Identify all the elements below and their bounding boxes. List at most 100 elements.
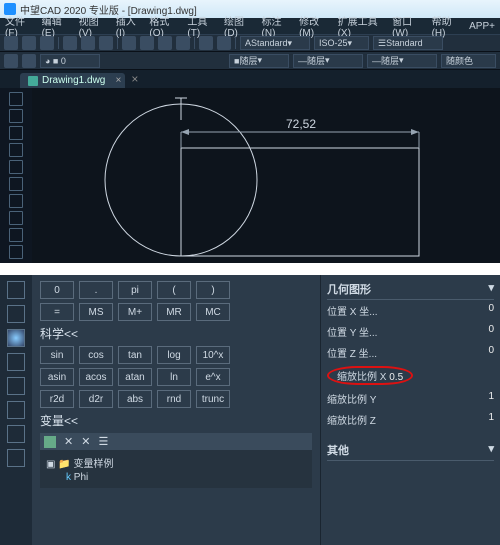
tool-icon[interactable] <box>217 36 231 50</box>
tool-icon[interactable] <box>9 177 23 191</box>
calc-btn-trunc[interactable]: trunc <box>196 390 230 408</box>
tool-icon[interactable] <box>176 36 190 50</box>
properties-panel: 几何图形▾ 位置 X 坐...0位置 Y 坐...0位置 Z 坐...0缩放比例… <box>320 275 500 545</box>
calc-btn-sin[interactable]: sin <box>40 346 74 364</box>
calc-btn-pi[interactable]: pi <box>118 281 152 299</box>
dimstyle-dropdown[interactable]: ISO-25 ▾ <box>314 36 369 50</box>
linetype-dropdown[interactable]: — 随层 ▾ <box>293 54 363 68</box>
tool-icon[interactable] <box>7 449 25 467</box>
new-icon[interactable] <box>4 36 18 50</box>
scientific-label[interactable]: 科学<< <box>40 325 312 342</box>
circle-tool-icon[interactable] <box>9 126 23 140</box>
variables-toolbar: ✕ ✕ ☰ <box>40 433 312 450</box>
property-row[interactable]: 缩放比例 X 0.5 <box>327 363 494 388</box>
prop-value[interactable]: 0.5 <box>389 372 403 383</box>
tool-icon[interactable] <box>9 211 23 225</box>
style2-dropdown[interactable]: ☰ Standard <box>373 36 443 50</box>
layer-icon[interactable] <box>4 54 18 68</box>
property-row[interactable]: 缩放比例 Y1 <box>327 388 494 409</box>
calc-btn-cos[interactable]: cos <box>79 346 113 364</box>
tool-icon[interactable] <box>7 305 25 323</box>
tool-icon[interactable] <box>7 329 25 347</box>
calc-btn-10x[interactable]: 10^x <box>196 346 230 364</box>
calc-btn-acos[interactable]: acos <box>79 368 113 386</box>
tool-icon[interactable] <box>7 281 25 299</box>
calc-btn-lparen[interactable]: ( <box>157 281 191 299</box>
calc-btn-ln[interactable]: ln <box>157 368 191 386</box>
calc-btn-asin[interactable]: asin <box>40 368 74 386</box>
toolbar-1: A Standard ▾ ISO-25 ▾ ☰ Standard <box>0 34 500 52</box>
var-tool-icon[interactable]: ✕ <box>81 435 90 448</box>
property-row[interactable]: 位置 Y 坐... 0 <box>327 321 494 342</box>
document-tabs: Drawing1.dwg × × <box>0 70 500 88</box>
arc-tool-icon[interactable] <box>9 143 23 157</box>
textstyle-dropdown[interactable]: A Standard ▾ <box>240 36 310 50</box>
tool-icon[interactable] <box>140 36 154 50</box>
close-icon[interactable]: × <box>116 75 122 86</box>
prop-value[interactable]: 0 <box>488 324 494 339</box>
tool-icon[interactable] <box>199 36 213 50</box>
tool-icon[interactable] <box>7 377 25 395</box>
prop-value[interactable]: 1 <box>488 391 494 406</box>
tool-icon[interactable] <box>7 353 25 371</box>
calc-btn-mr[interactable]: MR <box>157 303 191 321</box>
rect-tool-icon[interactable] <box>9 160 23 174</box>
calc-btn-mplus[interactable]: M+ <box>118 303 152 321</box>
bycolor-dropdown[interactable]: 随颜色 <box>441 54 496 68</box>
variables-tree[interactable]: ▣ 📁 变量样例 k Phi <box>40 450 312 488</box>
calc-btn-rparen[interactable]: ) <box>196 281 230 299</box>
other-header[interactable]: 其他▾ <box>327 440 494 461</box>
calc-btn-mc[interactable]: MC <box>196 303 230 321</box>
calc-btn-rnd[interactable]: rnd <box>157 390 191 408</box>
var-icon[interactable] <box>44 436 56 448</box>
tool-icon[interactable] <box>9 228 23 242</box>
calc-btn-0[interactable]: 0 <box>40 281 74 299</box>
drawing-canvas[interactable]: 72,52 <box>32 88 500 263</box>
prop-value[interactable]: 0 <box>488 345 494 360</box>
prop-value[interactable]: 0 <box>488 303 494 318</box>
tool-icon[interactable] <box>7 425 25 443</box>
undo-icon[interactable] <box>81 36 95 50</box>
variables-label[interactable]: 变量<< <box>40 412 312 429</box>
calc-btn-ms[interactable]: MS <box>79 303 113 321</box>
var-tool-icon[interactable]: ☰ <box>98 435 108 448</box>
tab-drawing1[interactable]: Drawing1.dwg × <box>20 73 125 88</box>
save-icon[interactable] <box>40 36 54 50</box>
color-dropdown[interactable]: ■ 随层 ▾ <box>229 54 289 68</box>
calc-btn-d2r[interactable]: d2r <box>79 390 113 408</box>
tool-icon[interactable] <box>122 36 136 50</box>
separator <box>117 37 118 49</box>
property-row[interactable]: 位置 Z 坐...0 <box>327 342 494 363</box>
redo-icon[interactable] <box>99 36 113 50</box>
tool-icon[interactable] <box>9 245 23 259</box>
calc-btn-abs[interactable]: abs <box>118 390 152 408</box>
prop-label: 位置 Y 坐... <box>327 324 377 339</box>
property-row[interactable]: 位置 X 坐...0 <box>327 300 494 321</box>
calc-btn-eq[interactable]: = <box>40 303 74 321</box>
geometry-header[interactable]: 几何图形▾ <box>327 279 494 300</box>
property-row[interactable]: 缩放比例 Z1 <box>327 409 494 430</box>
calc-btn-atan[interactable]: atan <box>118 368 152 386</box>
polyline-tool-icon[interactable] <box>9 109 23 123</box>
file-icon <box>28 76 38 86</box>
var-tool-icon[interactable]: ✕ <box>64 435 73 448</box>
new-tab-button[interactable]: × <box>131 72 138 88</box>
lineweight-dropdown[interactable]: — 随层 ▾ <box>367 54 437 68</box>
separator <box>194 37 195 49</box>
calc-btn-ex[interactable]: e^x <box>196 368 230 386</box>
tool-icon[interactable] <box>7 401 25 419</box>
tool-icon[interactable] <box>158 36 172 50</box>
calc-btn-dot[interactable]: . <box>79 281 113 299</box>
tool-icon[interactable] <box>9 194 23 208</box>
open-icon[interactable] <box>22 36 36 50</box>
calc-btn-tan[interactable]: tan <box>118 346 152 364</box>
menu-app[interactable]: APP+ <box>466 21 498 32</box>
left-tool-palette-2 <box>0 275 32 545</box>
layer-dropdown[interactable]: ◕ ■ 0 <box>40 54 100 68</box>
layer-icon[interactable] <box>22 54 36 68</box>
prop-value[interactable]: 1 <box>488 412 494 427</box>
calc-btn-log[interactable]: log <box>157 346 191 364</box>
calc-btn-r2d[interactable]: r2d <box>40 390 74 408</box>
line-tool-icon[interactable] <box>9 92 23 106</box>
print-icon[interactable] <box>63 36 77 50</box>
